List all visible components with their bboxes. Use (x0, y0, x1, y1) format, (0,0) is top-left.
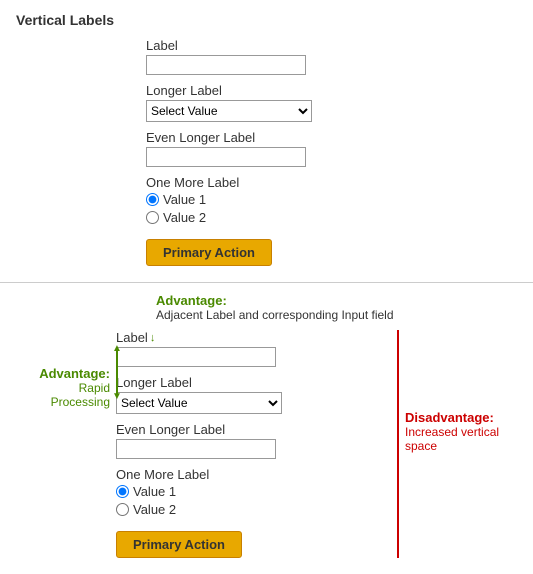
radio-value1[interactable] (146, 193, 159, 206)
label-text-s2-3: Even Longer Label (116, 422, 387, 437)
input-even-2[interactable] (116, 439, 276, 459)
primary-action-btn-1[interactable]: Primary Action (146, 239, 272, 266)
radio-s2-value1[interactable] (116, 485, 129, 498)
field-even: Even Longer Label (146, 130, 517, 167)
field-even-2: Even Longer Label (116, 422, 387, 459)
field-label: Label (146, 38, 517, 75)
field-one-more: One More Label Value 1 Value 2 (146, 175, 517, 225)
field-one-more-2: One More Label Value 1 Value 2 (116, 467, 387, 517)
radio-value2[interactable] (146, 211, 159, 224)
radio-label-2: Value 2 (163, 210, 206, 225)
section2: Advantage: Adjacent Label and correspond… (0, 283, 533, 574)
radio-item-s2-1: Value 1 (116, 484, 387, 499)
label-text-3: Even Longer Label (146, 130, 517, 145)
radio-label-1: Value 1 (163, 192, 206, 207)
section1-title: Vertical Labels (16, 12, 517, 28)
label-text-1: Label (146, 38, 517, 53)
label-text-4: One More Label (146, 175, 517, 190)
label-text-2: Longer Label (146, 83, 517, 98)
radio-item-2: Value 2 (146, 210, 517, 225)
green-arrow-up-indicator: ▲ (112, 344, 122, 354)
radio-s2-label-2: Value 2 (133, 502, 176, 517)
rapid-processing-label: Rapid Processing (16, 381, 110, 409)
red-vertical-line (397, 330, 399, 558)
label-text-s2-4: One More Label (116, 467, 387, 482)
select-longer-2[interactable]: Select Value (116, 392, 282, 414)
green-bar (116, 350, 118, 396)
field-label-2: Label ↓ (116, 330, 387, 367)
section1: Vertical Labels Label Longer Label Selec… (0, 0, 533, 282)
input-label-2[interactable] (116, 347, 276, 367)
radio-s2-value2[interactable] (116, 503, 129, 516)
green-arrow-down-indicator: ▼ (112, 392, 122, 402)
field-longer: Longer Label Select Value (146, 83, 517, 122)
primary-action-btn-2[interactable]: Primary Action (116, 531, 242, 558)
label-text-s2-2: Longer Label (116, 375, 387, 390)
radio-item-1: Value 1 (146, 192, 517, 207)
disadvantage-sub: Increased vertical space (405, 425, 517, 453)
disadvantage-label: Disadvantage: (405, 410, 517, 425)
input-label-1[interactable] (146, 55, 306, 75)
radio-item-s2-2: Value 2 (116, 502, 387, 517)
input-even-1[interactable] (146, 147, 306, 167)
disadvantage-annotation: Disadvantage: Increased vertical space (405, 410, 517, 453)
advantage-top-label: Advantage: (156, 293, 517, 308)
field-longer-2: Longer Label Select Value (116, 375, 387, 414)
advantage-top-sub: Adjacent Label and corresponding Input f… (156, 308, 517, 322)
label-down-arrow: ↓ (150, 332, 156, 344)
select-longer-1[interactable]: Select Value (146, 100, 312, 122)
radio-s2-label-1: Value 1 (133, 484, 176, 499)
advantage-left-label: Advantage: (16, 366, 110, 381)
